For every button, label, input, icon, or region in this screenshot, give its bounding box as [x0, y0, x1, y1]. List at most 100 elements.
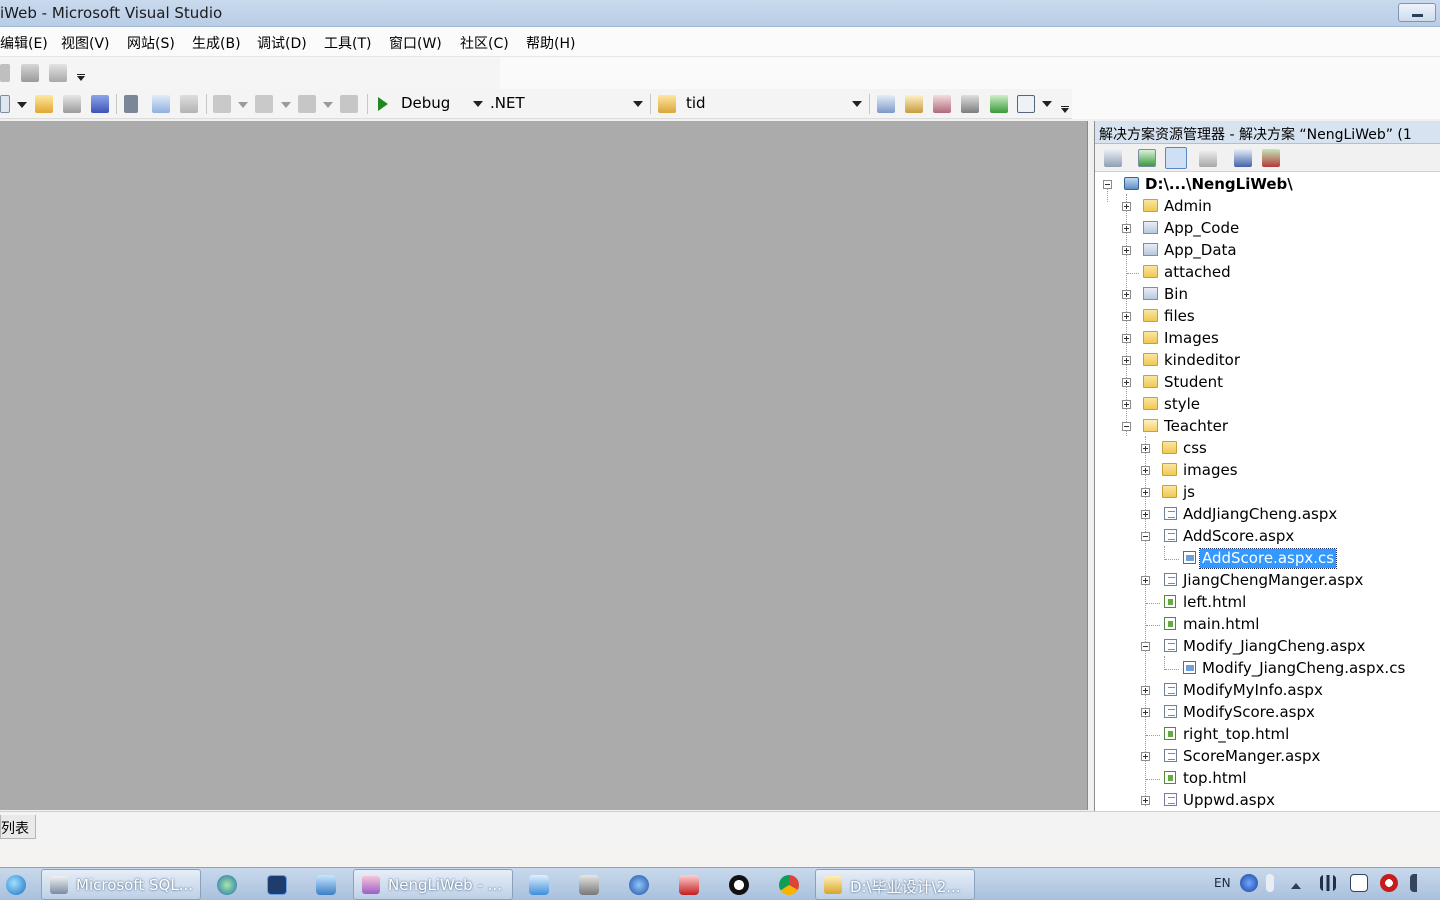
chevron-down-icon[interactable]	[281, 102, 291, 108]
chevron-down-icon[interactable]	[1042, 101, 1052, 107]
menu-help[interactable]: 帮助(H)	[526, 33, 575, 53]
image-icon[interactable]	[49, 64, 67, 82]
solution-tree: D:\...\NengLiWeb\ Admin App_Code App_Dat…	[1095, 172, 1440, 811]
expand-icon[interactable]	[1141, 686, 1150, 695]
start-debugging-icon[interactable]	[378, 97, 388, 111]
collapse-icon[interactable]	[1103, 180, 1112, 189]
paste-icon[interactable]	[180, 95, 198, 113]
chevron-down-icon[interactable]	[633, 101, 643, 107]
expand-icon[interactable]	[1141, 576, 1150, 585]
volume-icon[interactable]	[1410, 874, 1428, 892]
tree-connector	[1127, 273, 1139, 274]
save-icon[interactable]	[63, 95, 81, 113]
app-icon[interactable]	[316, 875, 336, 895]
menu-view[interactable]: 视图(V)	[61, 33, 110, 53]
solution-platform-select[interactable]: .NET	[490, 94, 525, 112]
menu-tools[interactable]: 工具(T)	[324, 33, 371, 53]
solution-config-select[interactable]: Debug	[401, 94, 450, 112]
qq-icon[interactable]	[729, 875, 749, 895]
expand-icon[interactable]	[1122, 312, 1131, 321]
taskbar-button-visual-studio[interactable]: NengLiWeb - ...	[353, 869, 513, 900]
expand-icon[interactable]	[1122, 378, 1131, 387]
taskbar-button-explorer[interactable]: D:\毕业设计\2...	[815, 869, 975, 900]
player-icon[interactable]	[629, 875, 649, 895]
publish-icon[interactable]	[21, 64, 39, 82]
chrome-icon[interactable]	[779, 875, 799, 895]
chevron-down-icon[interactable]	[17, 102, 27, 108]
folder-tool-icon[interactable]	[679, 875, 699, 895]
collapse-icon[interactable]	[1141, 642, 1150, 651]
cloud-icon[interactable]	[529, 875, 549, 895]
object-browser-icon[interactable]	[933, 95, 951, 113]
collapse-icon[interactable]	[1122, 422, 1131, 431]
camera-icon[interactable]	[579, 875, 599, 895]
expand-icon[interactable]	[1122, 290, 1131, 299]
browser-icon[interactable]	[217, 875, 237, 895]
menu-website[interactable]: 网站(S)	[127, 33, 175, 53]
expand-icon[interactable]	[1122, 202, 1131, 211]
tab-error-list[interactable]: 错误列表	[0, 815, 36, 839]
action-center-icon[interactable]	[1350, 874, 1368, 892]
chevron-down-icon[interactable]	[473, 101, 483, 107]
solution-explorer-icon[interactable]	[877, 95, 895, 113]
chevron-down-icon[interactable]	[323, 102, 333, 108]
internet-explorer-icon[interactable]	[6, 875, 26, 895]
expand-icon[interactable]	[1122, 246, 1131, 255]
expand-icon[interactable]	[1141, 708, 1150, 717]
cut-icon[interactable]	[124, 95, 138, 113]
network-icon[interactable]	[1320, 875, 1336, 891]
redo-icon[interactable]	[255, 95, 273, 113]
properties-icon[interactable]	[905, 95, 923, 113]
tree-node-label: JiangChengManger.aspx	[1183, 571, 1364, 589]
ime-options-icon[interactable]	[1266, 874, 1274, 892]
system-folder-icon	[1143, 287, 1158, 300]
photoshop-icon[interactable]	[267, 875, 287, 895]
qq-tray-icon[interactable]	[1380, 874, 1398, 892]
command-window-icon[interactable]	[1017, 95, 1035, 113]
refresh-icon[interactable]	[1138, 149, 1156, 167]
chevron-down-icon[interactable]	[852, 101, 862, 107]
menu-edit[interactable]: 编辑(E)	[0, 33, 48, 53]
show-all-files-icon[interactable]	[1165, 147, 1187, 169]
asp-net-config-icon[interactable]	[1262, 149, 1280, 167]
expand-icon[interactable]	[1122, 334, 1131, 343]
expand-icon[interactable]	[1141, 444, 1150, 453]
find-in-files-icon[interactable]	[658, 95, 676, 113]
chevron-down-icon[interactable]	[238, 102, 248, 108]
expand-icon[interactable]	[1141, 510, 1150, 519]
menu-community[interactable]: 社区(C)	[460, 33, 509, 53]
menu-build[interactable]: 生成(B)	[192, 33, 241, 53]
help-icon[interactable]	[1240, 874, 1258, 892]
collapse-icon[interactable]	[1141, 532, 1150, 541]
input-language[interactable]: EN	[1214, 876, 1231, 890]
editor-area[interactable]	[0, 121, 1088, 810]
find-combo[interactable]: tid	[686, 94, 706, 112]
expand-icon[interactable]	[1141, 488, 1150, 497]
start-page-icon[interactable]	[990, 95, 1008, 113]
toolbar-options-icon[interactable]	[76, 63, 86, 83]
minimize-button[interactable]	[1398, 3, 1436, 22]
toolbox-icon[interactable]	[961, 95, 979, 113]
expand-icon[interactable]	[1141, 752, 1150, 761]
copy-icon[interactable]	[152, 95, 170, 113]
menu-window[interactable]: 窗口(W)	[389, 33, 442, 53]
navigate-backward-icon[interactable]	[298, 95, 316, 113]
menu-debug[interactable]: 调试(D)	[257, 33, 307, 53]
expand-icon[interactable]	[1141, 796, 1150, 805]
web-tool-icon[interactable]	[0, 64, 10, 82]
save-all-icon[interactable]	[91, 95, 109, 113]
view-code-icon[interactable]	[1199, 149, 1217, 167]
show-hidden-icons-icon[interactable]	[1291, 883, 1301, 889]
open-folder-icon[interactable]	[35, 95, 53, 113]
taskbar-button-sql[interactable]: Microsoft SQL...	[41, 869, 201, 900]
expand-icon[interactable]	[1122, 400, 1131, 409]
toolbar-options-icon[interactable]	[1060, 95, 1070, 115]
expand-icon[interactable]	[1141, 466, 1150, 475]
undo-icon[interactable]	[213, 95, 231, 113]
properties-icon[interactable]	[1104, 149, 1122, 167]
expand-icon[interactable]	[1122, 224, 1131, 233]
navigate-forward-icon[interactable]	[340, 95, 358, 113]
new-project-icon[interactable]	[0, 95, 10, 113]
copy-website-icon[interactable]	[1234, 149, 1252, 167]
expand-icon[interactable]	[1122, 356, 1131, 365]
